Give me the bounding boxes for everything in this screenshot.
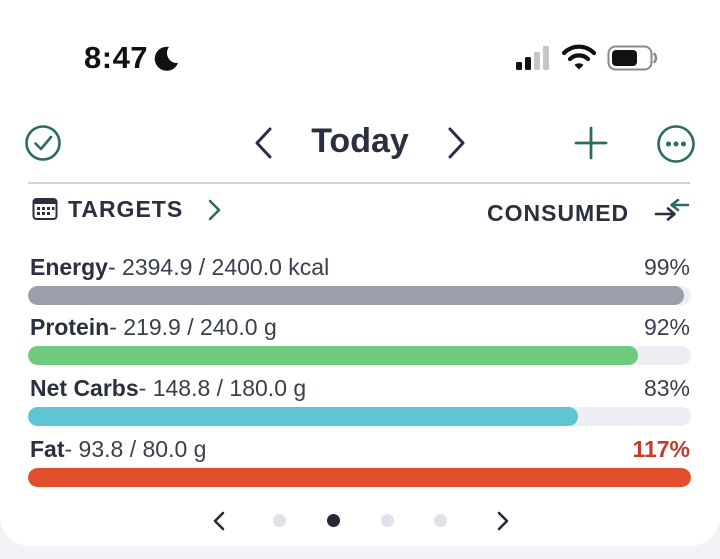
- nutrient-label: Energy- 2394.9 / 2400.0 kcal: [30, 254, 329, 281]
- signal-icon: [516, 46, 549, 70]
- nutrient-row-protein[interactable]: Protein- 219.9 / 240.0 g 92%: [28, 314, 692, 370]
- pager-dot[interactable]: [327, 514, 340, 527]
- nutrient-label: Fat- 93.8 / 80.0 g: [30, 436, 206, 463]
- pager-next-icon[interactable]: [494, 509, 512, 533]
- nutrient-row-net-carbs[interactable]: Net Carbs- 148.8 / 180.0 g 83%: [28, 375, 692, 431]
- more-icon[interactable]: [656, 124, 696, 164]
- progress-track: [28, 468, 691, 487]
- nutrient-amount: - 148.8 / 180.0 g: [138, 375, 307, 401]
- nutrient-label: Net Carbs- 148.8 / 180.0 g: [30, 375, 306, 402]
- status-time: 8:47: [84, 40, 149, 75]
- nutrient-name: Energy: [30, 254, 108, 280]
- nutrient-percent: 83%: [643, 375, 690, 401]
- progress-track: [28, 346, 691, 365]
- nutrient-percent: 92%: [643, 314, 690, 340]
- progress-fill: [28, 407, 579, 426]
- header-divider: [28, 182, 690, 184]
- pager-prev-icon[interactable]: [210, 509, 228, 533]
- moon-icon: [154, 46, 178, 71]
- nutrition-card: 8:47 Today TARGETS CONSUMED Energy- 2394…: [0, 0, 720, 546]
- pager-dot[interactable]: [381, 514, 394, 527]
- nutrient-name: Fat: [30, 436, 65, 462]
- nutrient-name: Net Carbs: [30, 375, 139, 401]
- progress-fill: [28, 286, 685, 305]
- chevron-left-icon[interactable]: [252, 125, 276, 161]
- nutrient-percent: 117%: [632, 436, 690, 462]
- plus-icon[interactable]: [572, 124, 610, 162]
- nutrient-amount: - 2394.9 / 2400.0 kcal: [107, 254, 330, 280]
- battery-icon: [607, 45, 658, 71]
- pager-dot[interactable]: [434, 514, 447, 527]
- nutrient-percent: 99%: [643, 254, 690, 280]
- swap-arrows-icon[interactable]: [654, 199, 690, 223]
- pager-dot[interactable]: [273, 514, 286, 527]
- nutrient-amount: - 93.8 / 80.0 g: [64, 436, 207, 462]
- chevron-right-icon[interactable]: [444, 125, 468, 161]
- progress-fill: [28, 346, 638, 365]
- chevron-right-icon[interactable]: [206, 198, 222, 222]
- progress-track: [28, 407, 691, 426]
- page-title[interactable]: Today: [306, 122, 414, 161]
- consumed-toggle[interactable]: CONSUMED: [487, 200, 629, 227]
- nutrient-label: Protein- 219.9 / 240.0 g: [30, 314, 277, 341]
- nutrient-amount: - 219.9 / 240.0 g: [109, 314, 277, 340]
- nutrient-row-energy[interactable]: Energy- 2394.9 / 2400.0 kcal 99%: [28, 254, 692, 310]
- nutrient-row-fat[interactable]: Fat- 93.8 / 80.0 g 117%: [28, 436, 692, 492]
- check-circle-icon[interactable]: [24, 124, 62, 162]
- progress-fill: [28, 468, 691, 487]
- targets-link[interactable]: TARGETS: [68, 196, 183, 223]
- progress-track: [28, 286, 691, 305]
- wifi-icon: [562, 44, 596, 70]
- nutrient-name: Protein: [30, 314, 110, 340]
- calendar-icon[interactable]: [32, 197, 58, 221]
